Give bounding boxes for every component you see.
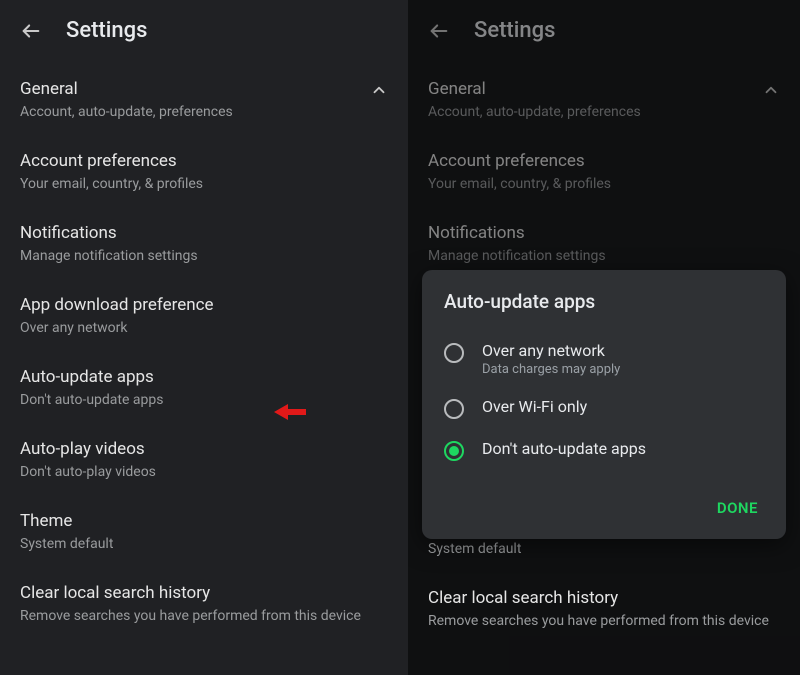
page-title: Settings (66, 18, 147, 43)
section-auto-update-apps[interactable]: Auto-update apps Don't auto-update apps (0, 355, 408, 427)
section-subtitle: Over any network (20, 319, 388, 337)
radio-icon (444, 343, 464, 363)
section-subtitle: Account, auto-update, preferences (428, 103, 780, 121)
section-title: Account preferences (428, 151, 780, 171)
section-theme[interactable]: Theme System default (0, 499, 408, 571)
section-title: Auto-update apps (20, 367, 388, 387)
chevron-up-icon (762, 81, 780, 99)
section-subtitle: Remove searches you have performed from … (20, 607, 388, 625)
option-over-any-network[interactable]: Over any network Data charges may apply (444, 331, 764, 387)
section-subtitle: Your email, country, & profiles (428, 175, 780, 193)
section-subtitle: Manage notification settings (428, 247, 780, 265)
settings-pane-right: Settings General Account, auto-update, p… (408, 0, 800, 675)
section-subtitle: Don't auto-play videos (20, 463, 388, 481)
dialog-title: Auto-update apps (444, 290, 764, 313)
auto-update-dialog: Auto-update apps Over any network Data c… (422, 270, 786, 539)
section-auto-play-videos[interactable]: Auto-play videos Don't auto-play videos (0, 427, 408, 499)
section-title: Account preferences (20, 151, 388, 171)
section-clear-search-history[interactable]: Clear local search history Remove search… (408, 576, 800, 648)
section-account-preferences[interactable]: Account preferences Your email, country,… (0, 139, 408, 211)
section-app-download-preference[interactable]: App download preference Over any network (0, 283, 408, 355)
section-title: Theme (20, 511, 388, 531)
option-dont-auto-update[interactable]: Don't auto-update apps (444, 429, 764, 471)
section-subtitle: Remove searches you have performed from … (428, 612, 780, 630)
back-arrow-icon[interactable] (20, 20, 42, 42)
section-subtitle: Manage notification settings (20, 247, 388, 265)
section-subtitle: System default (20, 535, 388, 553)
done-button[interactable]: DONE (711, 491, 764, 525)
section-notifications[interactable]: Notifications Manage notification settin… (0, 211, 408, 283)
section-title: Auto-play videos (20, 439, 388, 459)
option-label: Over any network (482, 341, 620, 360)
section-theme-value[interactable]: System default (408, 540, 800, 576)
radio-selected-icon (444, 441, 464, 461)
option-sublabel: Data charges may apply (482, 362, 620, 377)
section-general[interactable]: General Account, auto-update, preference… (408, 67, 800, 139)
settings-pane-left: Settings General Account, auto-update, p… (0, 0, 408, 675)
section-account-preferences[interactable]: Account preferences Your email, country,… (408, 139, 800, 211)
chevron-up-icon (370, 81, 388, 99)
radio-icon (444, 399, 464, 419)
section-subtitle: Don't auto-update apps (20, 391, 388, 409)
section-title: Notifications (428, 223, 780, 243)
dialog-actions: DONE (444, 491, 764, 525)
section-subtitle: Your email, country, & profiles (20, 175, 388, 193)
section-general[interactable]: General Account, auto-update, preference… (0, 67, 408, 139)
header: Settings (0, 0, 408, 67)
section-subtitle: System default (428, 540, 780, 558)
section-title: General (20, 79, 388, 99)
page-title: Settings (474, 18, 555, 43)
option-label: Don't auto-update apps (482, 439, 646, 458)
section-subtitle: Account, auto-update, preferences (20, 103, 388, 121)
option-label: Over Wi-Fi only (482, 397, 587, 416)
section-title: App download preference (20, 295, 388, 315)
section-title: Clear local search history (428, 588, 780, 608)
section-title: Notifications (20, 223, 388, 243)
section-title: Clear local search history (20, 583, 388, 603)
option-over-wifi-only[interactable]: Over Wi-Fi only (444, 387, 764, 429)
back-arrow-icon[interactable] (428, 20, 450, 42)
section-clear-search-history[interactable]: Clear local search history Remove search… (0, 571, 408, 643)
header: Settings (408, 0, 800, 67)
section-title: General (428, 79, 780, 99)
